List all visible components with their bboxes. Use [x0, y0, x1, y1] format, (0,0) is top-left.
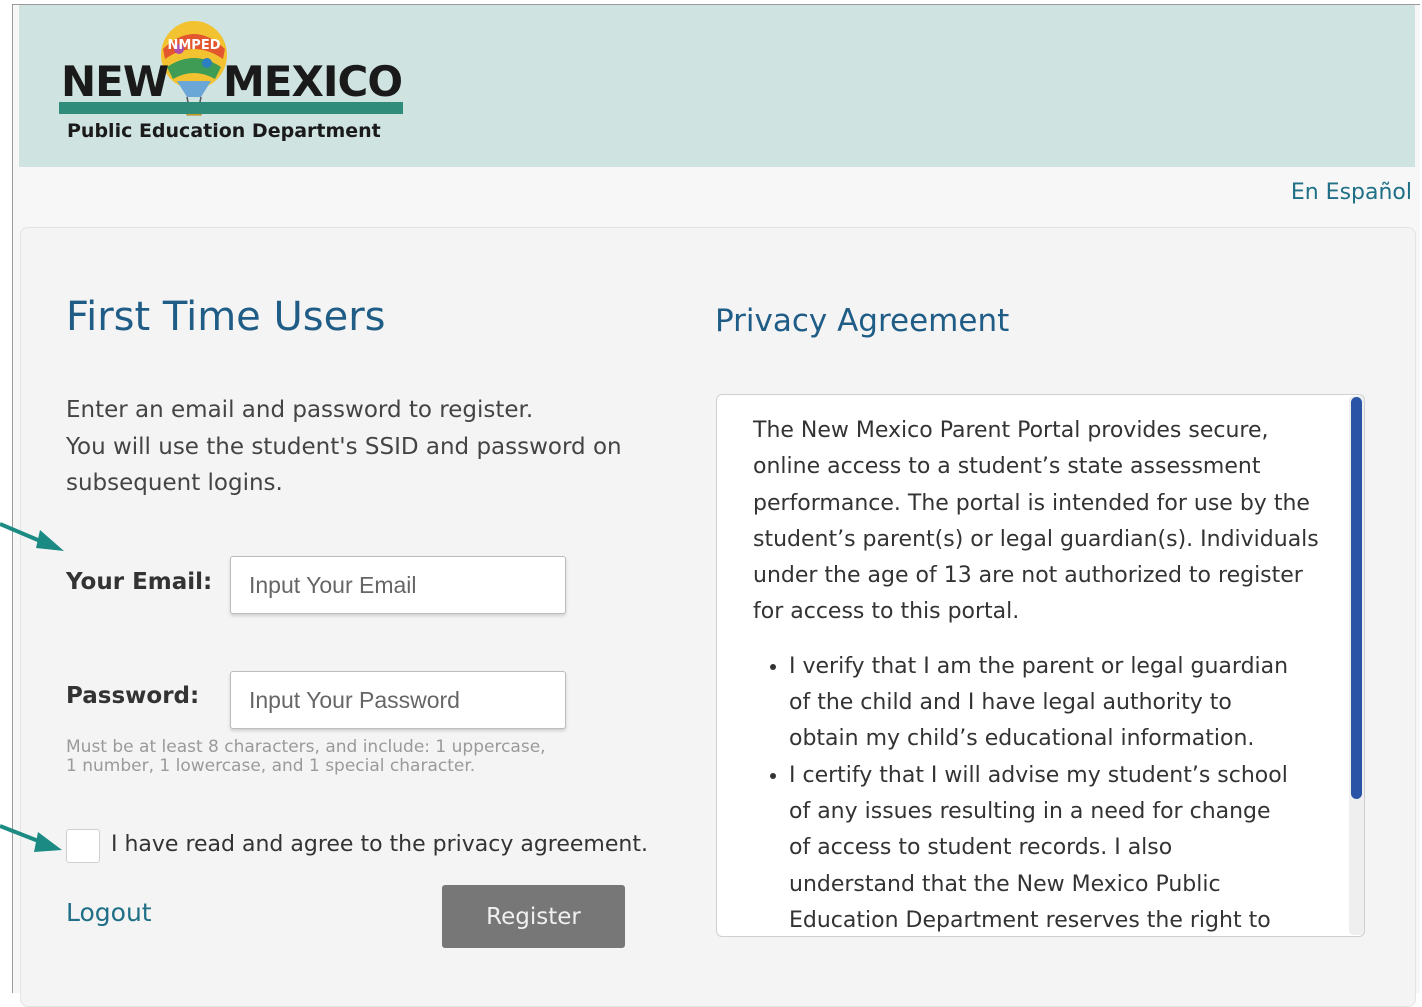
privacy-agreement-text: The New Mexico Parent Portal provides se… [753, 413, 1319, 936]
bullet-line: obtain my child’s educational informatio… [789, 726, 1255, 752]
registration-instructions: Enter an email and password to register.… [66, 392, 656, 502]
hint-line: Must be at least 8 characters, and inclu… [66, 737, 546, 757]
bullet-line: of the child and I have legal authority … [789, 690, 1232, 716]
instruction-line: You will use the student's SSID and pass… [66, 433, 622, 460]
instruction-line: Enter an email and password to register. [66, 397, 534, 423]
bullet-line: I verify that I am the parent or legal g… [789, 653, 1289, 679]
bullet-line: of any issues resulting in a need for ch… [789, 798, 1271, 824]
privacy-agree-label[interactable]: I have read and agree to the privacy agr… [111, 832, 648, 857]
password-field[interactable] [230, 671, 566, 729]
register-button[interactable]: Register [442, 885, 625, 948]
bullet-line: Education Department reserves the right … [789, 907, 1271, 933]
bullet-line: I certify that I will advise my student’… [789, 762, 1288, 788]
privacy-bullet: I verify that I am the parent or legal g… [789, 649, 1313, 758]
privacy-bullet-list: I verify that I am the parent or legal g… [753, 649, 1313, 936]
hint-line: 1 number, 1 lowercase, and 1 special cha… [66, 756, 476, 776]
password-requirements-hint: Must be at least 8 characters, and inclu… [66, 738, 626, 776]
nmped-logo[interactable]: NMPED NEW MEXICO Public Education Depart… [59, 19, 409, 149]
privacy-paragraph: The New Mexico Parent Portal provides se… [753, 413, 1319, 631]
spanish-language-link[interactable]: En Español [1291, 180, 1412, 205]
privacy-bullet: I certify that I will advise my student’… [789, 758, 1313, 936]
privacy-agreement-box[interactable]: The New Mexico Parent Portal provides se… [716, 394, 1365, 937]
paragraph-line: student’s parent(s) or legal guardian(s)… [753, 526, 1319, 552]
logo-underline [59, 102, 403, 114]
paragraph-line: online access to a student’s state asses… [753, 454, 1261, 480]
paragraph-line: for access to this portal. [753, 599, 1020, 625]
privacy-agreement-title: Privacy Agreement [715, 303, 1010, 339]
paragraph-line: performance. The portal is intended for … [753, 490, 1310, 516]
paragraph-line: under the age of 13 are not authorized t… [753, 563, 1303, 589]
paragraph-line: The New Mexico Parent Portal provides se… [753, 418, 1269, 443]
logo-department-name: Public Education Department [67, 120, 381, 142]
privacy-agree-checkbox[interactable] [66, 829, 100, 863]
logo-word-new: NEW [61, 57, 169, 106]
logo-word-mexico: MEXICO [223, 57, 403, 106]
bullet-line: of access to student records. I also [789, 835, 1173, 861]
logo-badge-text: NMPED [167, 38, 220, 53]
password-label: Password: [66, 683, 200, 709]
site-header: NMPED NEW MEXICO Public Education Depart… [19, 5, 1415, 167]
bullet-line: understand that the New Mexico Public [789, 871, 1221, 897]
privacy-scrollbar-thumb[interactable] [1351, 397, 1362, 799]
email-field[interactable] [230, 556, 566, 614]
email-label: Your Email: [66, 569, 213, 595]
instruction-line: subsequent logins. [66, 470, 283, 496]
logout-link[interactable]: Logout [66, 898, 152, 927]
page-title: First Time Users [66, 294, 386, 340]
